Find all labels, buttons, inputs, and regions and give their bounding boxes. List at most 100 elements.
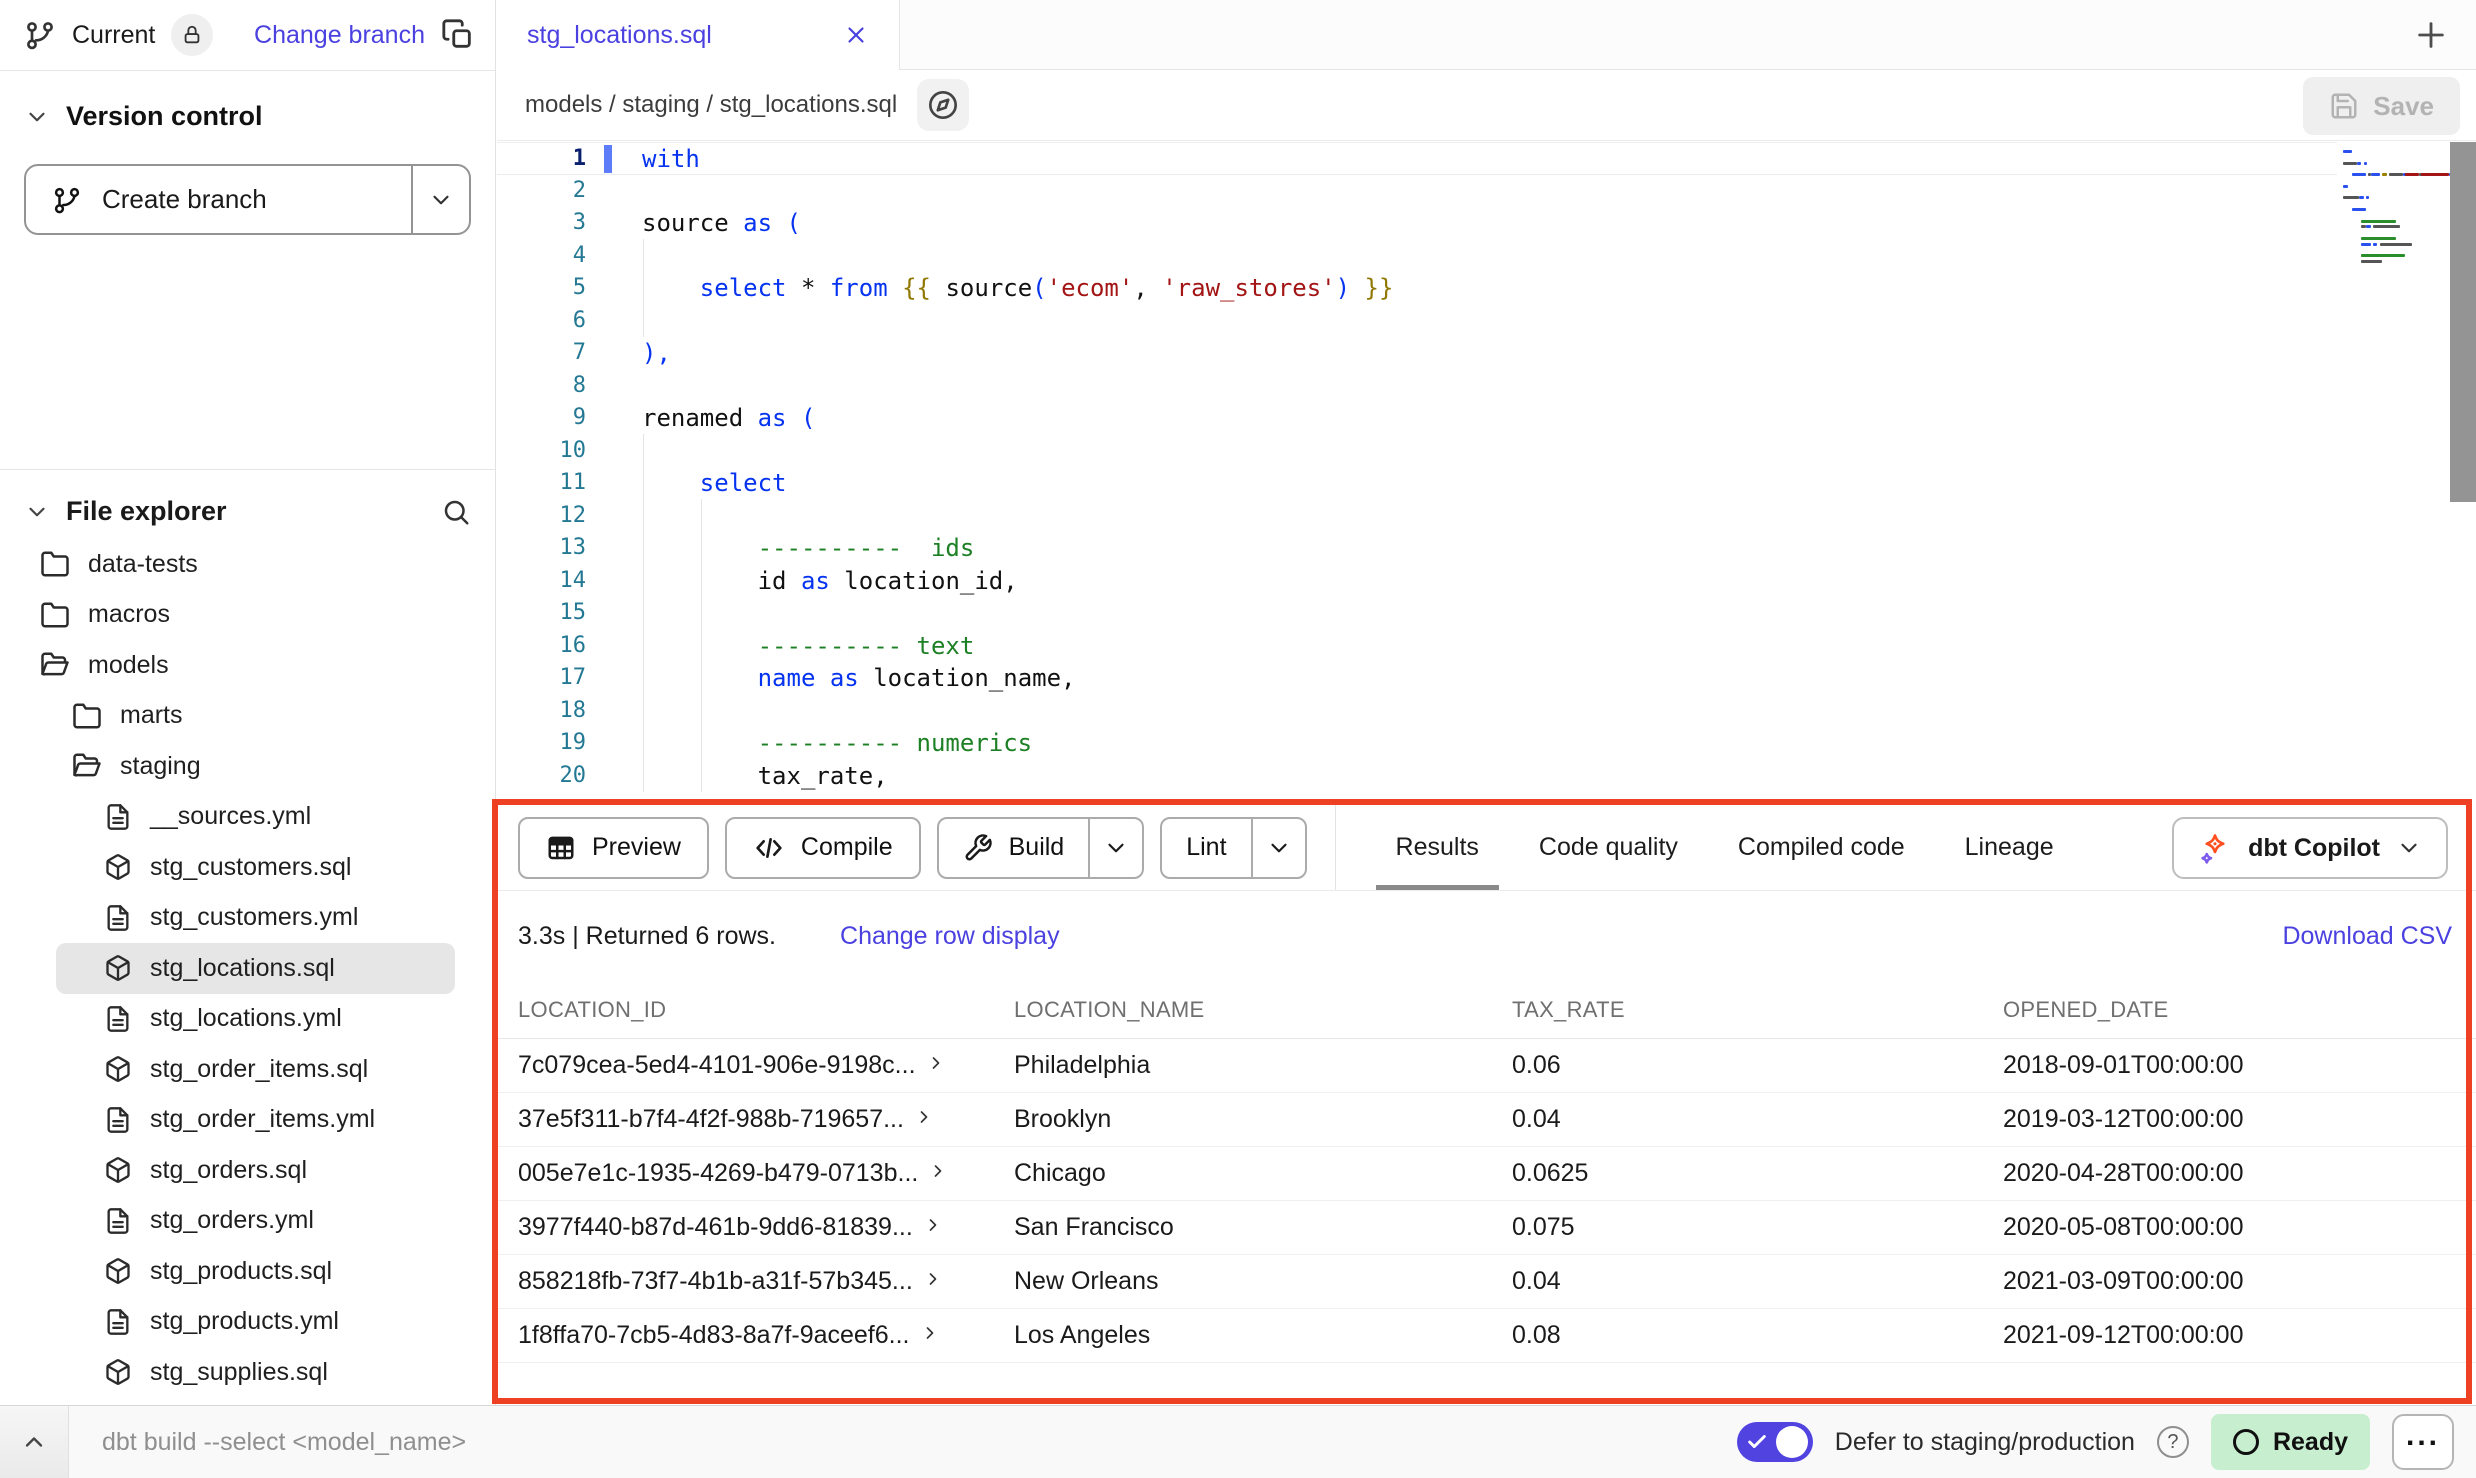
code-line-1[interactable]: 1with: [497, 142, 2476, 175]
code-text: [612, 435, 642, 468]
code-token: ---------- numerics: [758, 729, 1033, 757]
file-item-stg_order_items.sql[interactable]: stg_order_items.sql: [0, 1044, 495, 1095]
file-item-stg_orders.yml[interactable]: stg_orders.yml: [0, 1196, 495, 1247]
help-icon[interactable]: ?: [2157, 1426, 2189, 1458]
code-line-17[interactable]: 17 name as location_name,: [497, 662, 2476, 695]
file-item-stg_locations.sql[interactable]: stg_locations.sql: [56, 943, 455, 994]
expand-row-icon[interactable]: [926, 1053, 946, 1073]
file-item-staging[interactable]: staging: [0, 741, 495, 792]
code-line-18[interactable]: 18: [497, 695, 2476, 728]
file-item-data-tests[interactable]: data-tests: [0, 539, 495, 590]
code-editor[interactable]: 1with23source as (45 select * from {{ so…: [497, 142, 2476, 805]
expand-row-icon[interactable]: [914, 1107, 934, 1127]
build-split-button[interactable]: Build: [937, 817, 1145, 879]
save-button[interactable]: Save: [2303, 77, 2460, 135]
file-explorer-header[interactable]: File explorer: [0, 496, 495, 527]
lint-split-button[interactable]: Lint: [1160, 817, 1306, 879]
build-dropdown[interactable]: [1090, 819, 1142, 877]
change-branch-link[interactable]: Change branch: [254, 21, 425, 50]
tab-stg-locations-sql[interactable]: stg_locations.sql: [497, 0, 900, 70]
cell-tax-rate: 0.04: [1512, 1105, 2003, 1134]
copy-icon[interactable]: [441, 18, 475, 52]
editor-scrollbar[interactable]: [2450, 142, 2476, 805]
file-item-stg_orders.sql[interactable]: stg_orders.sql: [0, 1145, 495, 1196]
editor-minimap[interactable]: [2337, 142, 2449, 805]
defer-toggle[interactable]: [1737, 1422, 1813, 1462]
model-icon: [104, 853, 132, 881]
compile-button[interactable]: Compile: [725, 817, 921, 879]
file-item-models[interactable]: models: [0, 640, 495, 691]
table-row[interactable]: 7c079cea-5ed4-4101-906e-9198c...Philadel…: [497, 1039, 2476, 1093]
chevron-down-icon: [1266, 835, 1292, 861]
expand-row-icon[interactable]: [923, 1215, 943, 1235]
line-number: 14: [497, 565, 612, 598]
file-item-label: stg_locations.yml: [150, 1004, 342, 1033]
expand-row-icon[interactable]: [923, 1269, 943, 1289]
file-item-stg_supplies.sql[interactable]: stg_supplies.sql: [0, 1347, 495, 1398]
close-icon[interactable]: [843, 22, 869, 48]
code-line-11[interactable]: 11 select: [497, 467, 2476, 500]
file-item-marts[interactable]: marts: [0, 691, 495, 742]
results-tab-code-quality[interactable]: Code quality: [1509, 805, 1708, 890]
code-line-19[interactable]: 19 ---------- numerics: [497, 727, 2476, 760]
code-line-5[interactable]: 5 select * from {{ source('ecom', 'raw_s…: [497, 272, 2476, 305]
search-icon[interactable]: [441, 497, 471, 527]
lint-dropdown[interactable]: [1253, 819, 1305, 877]
code-line-13[interactable]: 13 ---------- ids: [497, 532, 2476, 565]
main-area: stg_locations.sql models / staging / stg…: [497, 0, 2476, 1405]
lineage-compass-button[interactable]: [917, 79, 969, 131]
create-branch-label: Create branch: [102, 184, 267, 215]
more-options-button[interactable]: ...: [2392, 1414, 2454, 1470]
table-row[interactable]: 37e5f311-b7f4-4f2f-988b-719657...Brookly…: [497, 1093, 2476, 1147]
change-row-display-link[interactable]: Change row display: [840, 922, 1060, 951]
table-row[interactable]: 1f8ffa70-7cb5-4d83-8a7f-9aceef6...Los An…: [497, 1309, 2476, 1363]
code-token: location_name,: [859, 664, 1076, 692]
create-branch-button[interactable]: Create branch: [24, 164, 471, 235]
expand-row-icon[interactable]: [928, 1161, 948, 1181]
code-line-3[interactable]: 3source as (: [497, 207, 2476, 240]
expand-row-icon[interactable]: [920, 1323, 940, 1343]
file-item-stg_customers.yml[interactable]: stg_customers.yml: [0, 893, 495, 944]
lock-icon: [181, 24, 203, 46]
code-line-15[interactable]: 15: [497, 597, 2476, 630]
folder-open-icon: [72, 751, 102, 781]
file-item-__sources.yml[interactable]: __sources.yml: [0, 792, 495, 843]
collapse-panel-button[interactable]: [0, 1406, 68, 1478]
create-branch-dropdown[interactable]: [413, 166, 469, 233]
code-line-14[interactable]: 14 id as location_id,: [497, 565, 2476, 598]
cell-tax-rate: 0.0625: [1512, 1159, 2003, 1188]
code-line-6[interactable]: 6: [497, 305, 2476, 338]
new-tab-button[interactable]: [2414, 18, 2448, 52]
cell-location-id: 005e7e1c-1935-4269-b479-0713b...: [518, 1159, 1014, 1188]
cell-location-id: 37e5f311-b7f4-4f2f-988b-719657...: [518, 1105, 1014, 1134]
code-line-8[interactable]: 8: [497, 370, 2476, 403]
file-item-stg_order_items.yml[interactable]: stg_order_items.yml: [0, 1095, 495, 1146]
file-item-stg_products.yml[interactable]: stg_products.yml: [0, 1297, 495, 1348]
table-row[interactable]: 858218fb-73f7-4b1b-a31f-57b345...New Orl…: [497, 1255, 2476, 1309]
results-tab-lineage[interactable]: Lineage: [1935, 805, 2084, 890]
code-line-2[interactable]: 2: [497, 175, 2476, 208]
code-line-16[interactable]: 16 ---------- text: [497, 630, 2476, 663]
minimap-line: [2389, 173, 2403, 176]
file-item-stg_locations.yml[interactable]: stg_locations.yml: [0, 994, 495, 1045]
file-item-macros[interactable]: macros: [0, 590, 495, 641]
table-row[interactable]: 005e7e1c-1935-4269-b479-0713b...Chicago0…: [497, 1147, 2476, 1201]
code-line-12[interactable]: 12: [497, 500, 2476, 533]
folder-icon: [40, 600, 70, 630]
file-item-label: marts: [120, 701, 183, 730]
code-line-10[interactable]: 10: [497, 435, 2476, 468]
version-control-header[interactable]: Version control: [24, 101, 471, 132]
code-line-20[interactable]: 20 tax_rate,: [497, 760, 2476, 793]
dbt-copilot-button[interactable]: dbt Copilot: [2172, 817, 2448, 879]
preview-button[interactable]: Preview: [518, 817, 709, 879]
code-line-9[interactable]: 9renamed as (: [497, 402, 2476, 435]
results-tab-compiled-code[interactable]: Compiled code: [1708, 805, 1935, 890]
table-row[interactable]: 3977f440-b87d-461b-9dd6-81839...San Fran…: [497, 1201, 2476, 1255]
file-item-stg_products.sql[interactable]: stg_products.sql: [0, 1246, 495, 1297]
download-csv-link[interactable]: Download CSV: [2282, 922, 2452, 951]
results-tab-results[interactable]: Results: [1366, 805, 1509, 890]
file-item-stg_customers.sql[interactable]: stg_customers.sql: [0, 842, 495, 893]
code-line-4[interactable]: 4: [497, 240, 2476, 273]
code-line-7[interactable]: 7),: [497, 337, 2476, 370]
scrollbar-thumb[interactable]: [2450, 142, 2476, 502]
